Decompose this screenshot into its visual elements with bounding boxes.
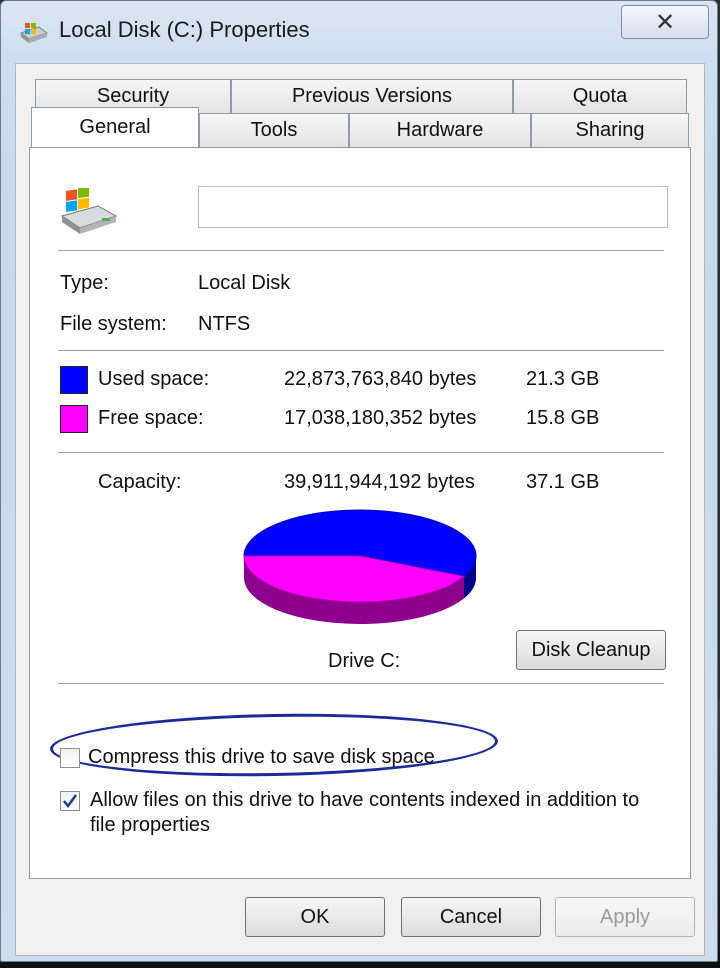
capacity-size: 37.1 GB — [526, 471, 600, 493]
file-system-label: File system: — [60, 313, 167, 335]
drive-caption: Drive C: — [328, 650, 401, 672]
tab-label: Sharing — [575, 119, 645, 141]
tab-general[interactable]: General — [31, 107, 199, 147]
disk-usage-pie-chart — [243, 509, 477, 624]
tab-label: Quota — [572, 85, 628, 107]
index-label-line2[interactable]: file properties — [90, 814, 210, 837]
compress-checkbox[interactable] — [60, 748, 80, 768]
type-value: Local Disk — [198, 272, 291, 294]
cancel-button[interactable]: Cancel — [401, 897, 541, 937]
used-space-bytes: 22,873,763,840 bytes — [284, 368, 477, 390]
tab-label: Previous Versions — [291, 85, 453, 107]
used-space-size: 21.3 GB — [526, 368, 600, 390]
apply-button[interactable]: Apply — [555, 897, 695, 937]
general-tab-panel: Type: Local Disk File system: NTFS Used … — [29, 147, 691, 879]
capacity-bytes: 39,911,944,192 bytes — [284, 471, 475, 493]
capacity-label: Capacity: — [98, 471, 182, 493]
tab-quota[interactable]: Quota — [513, 79, 687, 113]
button-label: OK — [300, 905, 330, 928]
tab-tools[interactable]: Tools — [199, 113, 349, 147]
hard-drive-icon — [60, 188, 118, 234]
button-label: Cancel — [439, 905, 503, 928]
index-checkbox[interactable] — [60, 791, 80, 811]
volume-label-input[interactable] — [198, 186, 668, 228]
free-space-swatch — [60, 405, 88, 433]
tab-hardware[interactable]: Hardware — [349, 113, 531, 147]
annotation-circle — [49, 710, 499, 780]
button-label: Disk Cleanup — [531, 638, 651, 661]
close-icon: ✕ — [654, 8, 676, 36]
tab-label: General — [79, 116, 151, 138]
drive-icon — [19, 23, 49, 43]
window-title: Local Disk (C:) Properties — [59, 17, 310, 42]
checkmark-icon — [62, 794, 78, 809]
free-space-size: 15.8 GB — [526, 407, 600, 429]
title-bar[interactable]: Local Disk (C:) Properties ✕ — [1, 1, 717, 63]
separator — [58, 452, 664, 453]
disk-cleanup-button[interactable]: Disk Cleanup — [516, 630, 666, 670]
ok-button[interactable]: OK — [245, 897, 385, 937]
tab-label: Tools — [250, 119, 298, 141]
free-space-bytes: 17,038,180,352 bytes — [284, 407, 477, 429]
tab-sharing[interactable]: Sharing — [531, 113, 689, 147]
free-space-label: Free space: — [98, 407, 204, 429]
tab-label: Hardware — [396, 119, 484, 141]
used-space-swatch — [60, 366, 88, 394]
index-label-line1[interactable]: Allow files on this drive to have conten… — [90, 789, 639, 812]
compress-label[interactable]: Compress this drive to save disk space — [88, 746, 435, 769]
properties-window: Local Disk (C:) Properties ✕ Security Pr… — [0, 0, 718, 962]
type-label: Type: — [60, 272, 109, 294]
tab-previous-versions[interactable]: Previous Versions — [231, 79, 513, 113]
tab-label: Security — [96, 85, 170, 107]
close-button[interactable]: ✕ — [621, 5, 709, 39]
separator — [58, 350, 664, 351]
used-space-label: Used space: — [98, 368, 210, 390]
file-system-value: NTFS — [198, 313, 251, 335]
separator — [58, 250, 664, 251]
separator — [58, 683, 664, 684]
button-label: Apply — [599, 905, 651, 928]
